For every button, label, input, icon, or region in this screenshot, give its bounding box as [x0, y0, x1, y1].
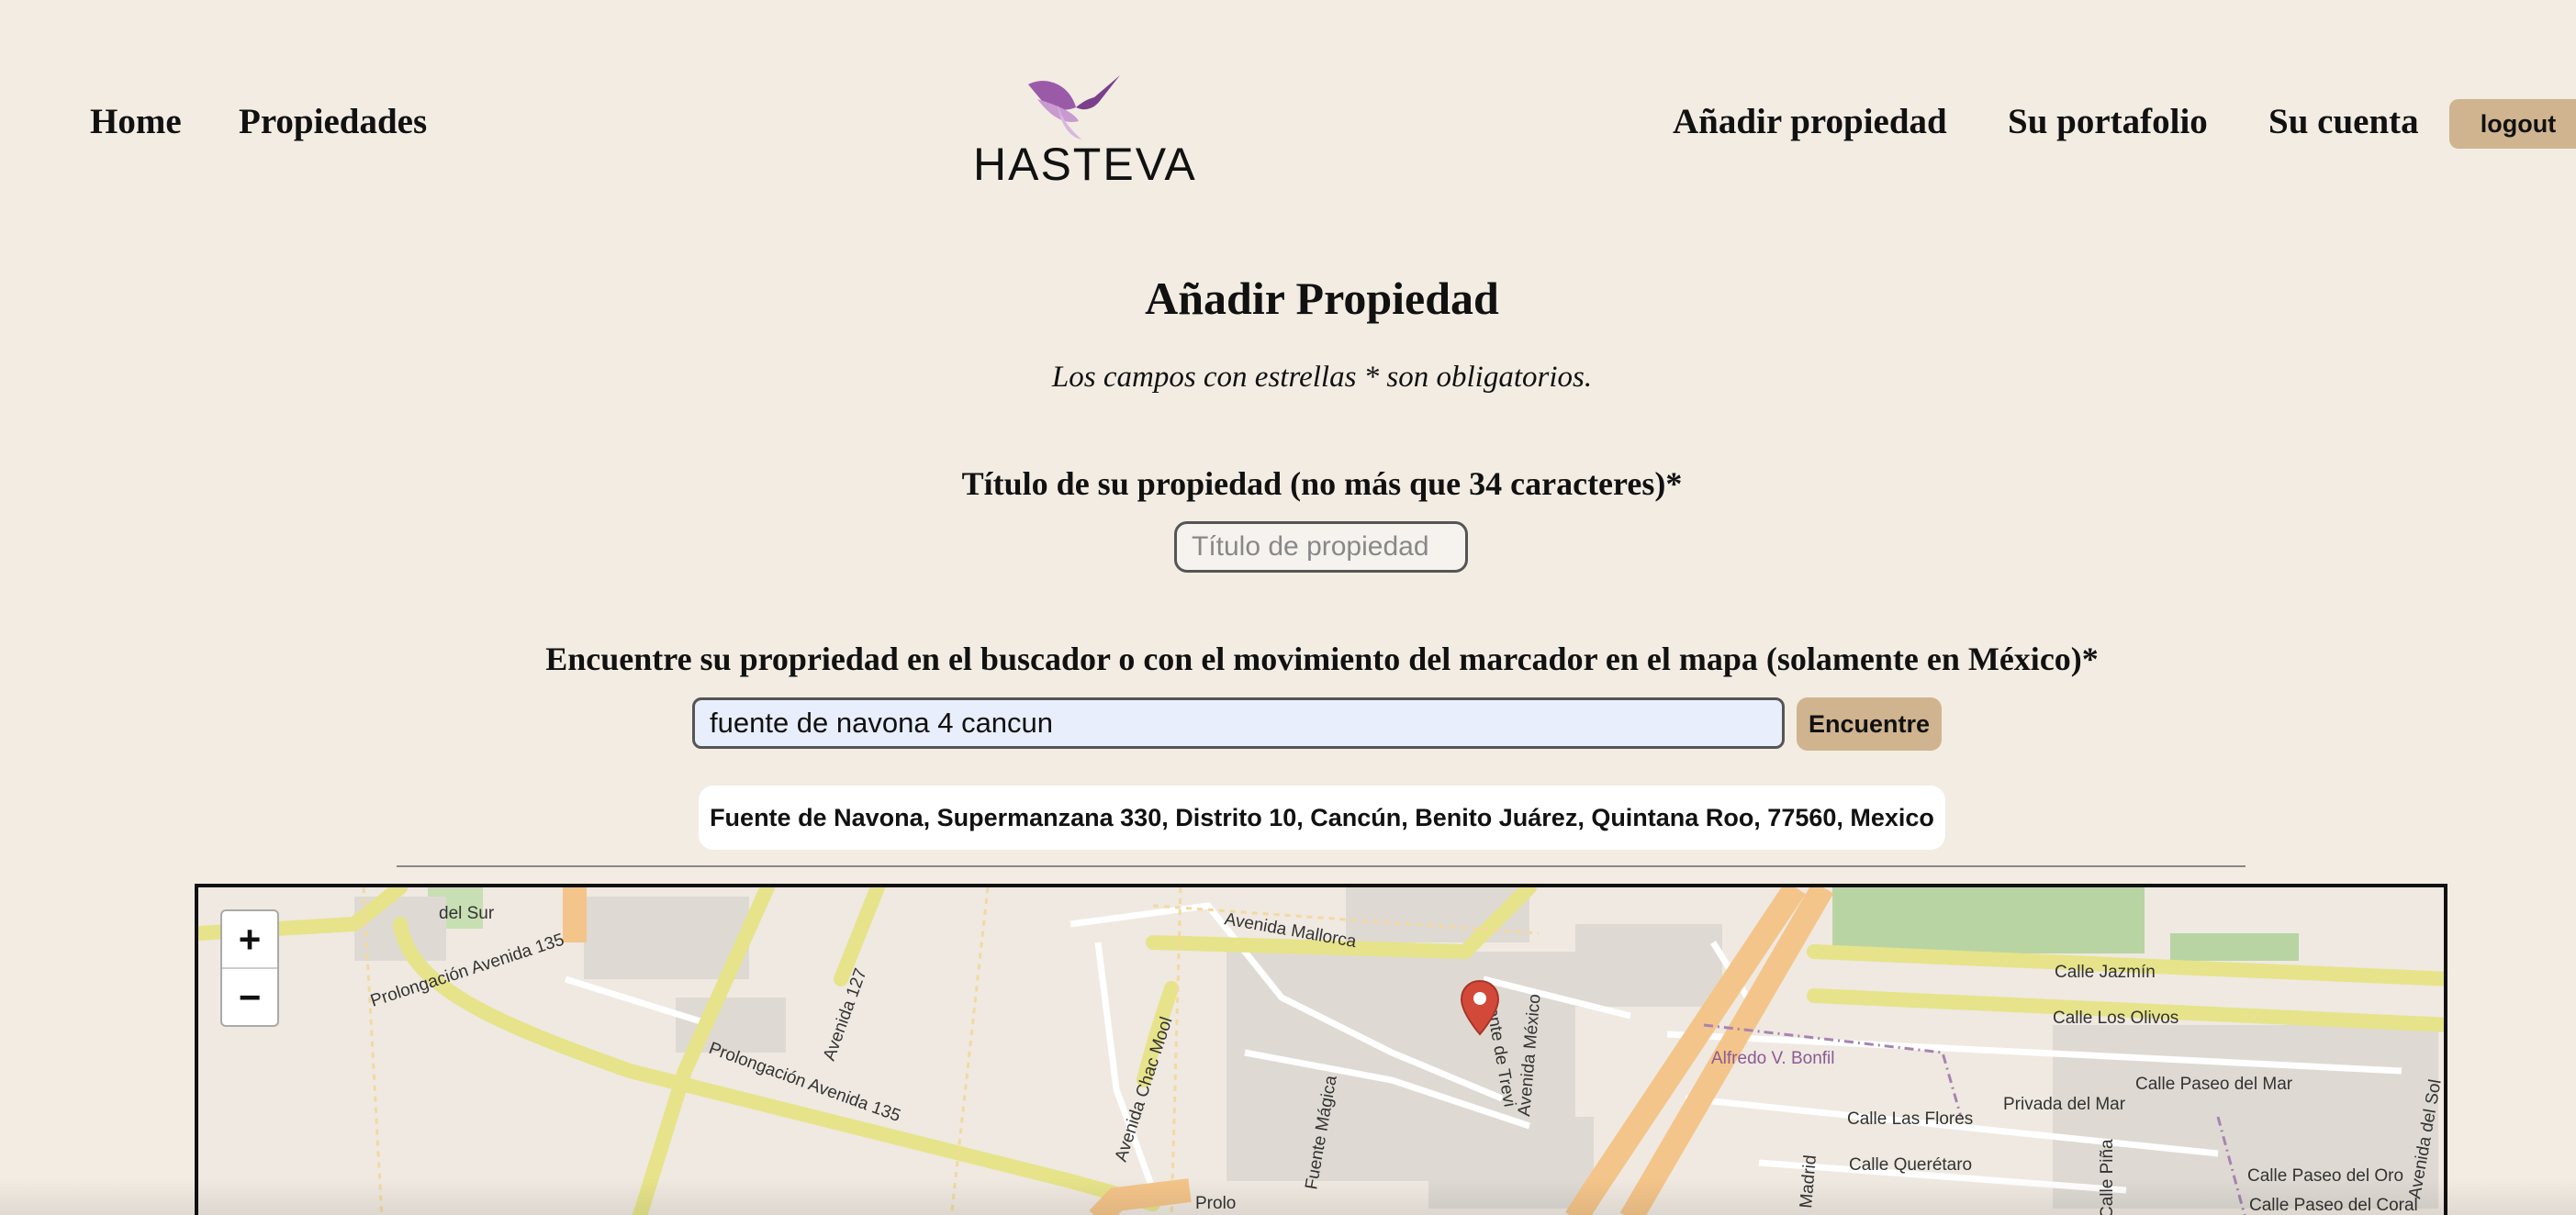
map-label-calle-flores: Calle Las Flores — [1847, 1109, 1973, 1129]
required-fields-hint: Los campos con estrellas * son obligator… — [1051, 361, 1593, 394]
logo-text: HASTEVA — [973, 139, 1197, 190]
map-label-calle-olivos: Calle Los Olivos — [2053, 1009, 2178, 1028]
nav-home[interactable]: Home — [90, 101, 182, 142]
map-label-calle-paseo-mar: Calle Paseo del Mar — [2135, 1075, 2293, 1094]
search-result-item[interactable]: Fuente de Navona, Supermanzana 330, Dist… — [699, 786, 1945, 850]
zoom-control: + − — [220, 909, 279, 1027]
map-label-del-sur: del Sur — [439, 904, 495, 923]
nav-add-property[interactable]: Añadir propiedad — [1673, 101, 1947, 142]
zoom-out-button[interactable]: − — [222, 969, 277, 1025]
map-label-calle-paseo-oro: Calle Paseo del Oro — [2247, 1166, 2403, 1186]
map[interactable]: del Sur Prolongación Avenida 135 Prolong… — [195, 884, 2447, 1215]
divider — [397, 865, 2246, 867]
map-label-calle-pina: Calle Piña — [2098, 1139, 2117, 1215]
map-label-calle-jazmin: Calle Jazmín — [2055, 963, 2156, 982]
map-label-privada-mar: Privada del Mar — [2003, 1095, 2126, 1114]
map-label-prolo: Prolo — [1195, 1194, 1236, 1213]
location-field-label: Encuentre su propriedad en el buscador o… — [545, 641, 2099, 677]
hasteva-logo[interactable]: HASTEVA — [973, 57, 1195, 190]
address-search-input[interactable] — [692, 697, 1785, 749]
title-field-label: Título de su propiedad (no más que 34 ca… — [961, 465, 1683, 502]
map-label-calle-queretaro: Calle Querétaro — [1849, 1155, 1972, 1175]
map-marker-icon[interactable] — [1460, 979, 1500, 1036]
search-button[interactable]: Encuentre — [1797, 697, 1942, 751]
property-title-input[interactable] — [1174, 521, 1468, 573]
page-title: Añadir Propiedad — [1145, 273, 1499, 324]
zoom-in-button[interactable]: + — [222, 911, 277, 969]
map-label-calle-paseo-coral: Calle Paseo del Coral — [2249, 1196, 2418, 1215]
map-label-alfredo-bonfil: Alfredo V. Bonfil — [1711, 1049, 1835, 1068]
logout-button[interactable]: logout — [2449, 99, 2576, 149]
nav-account[interactable]: Su cuenta — [2268, 101, 2419, 142]
hummingbird-icon — [1028, 75, 1120, 139]
nav-portfolio[interactable]: Su portafolio — [2008, 101, 2208, 142]
map-tiles: del Sur Prolongación Avenida 135 Prolong… — [198, 887, 2444, 1215]
nav-properties[interactable]: Propiedades — [239, 101, 427, 142]
